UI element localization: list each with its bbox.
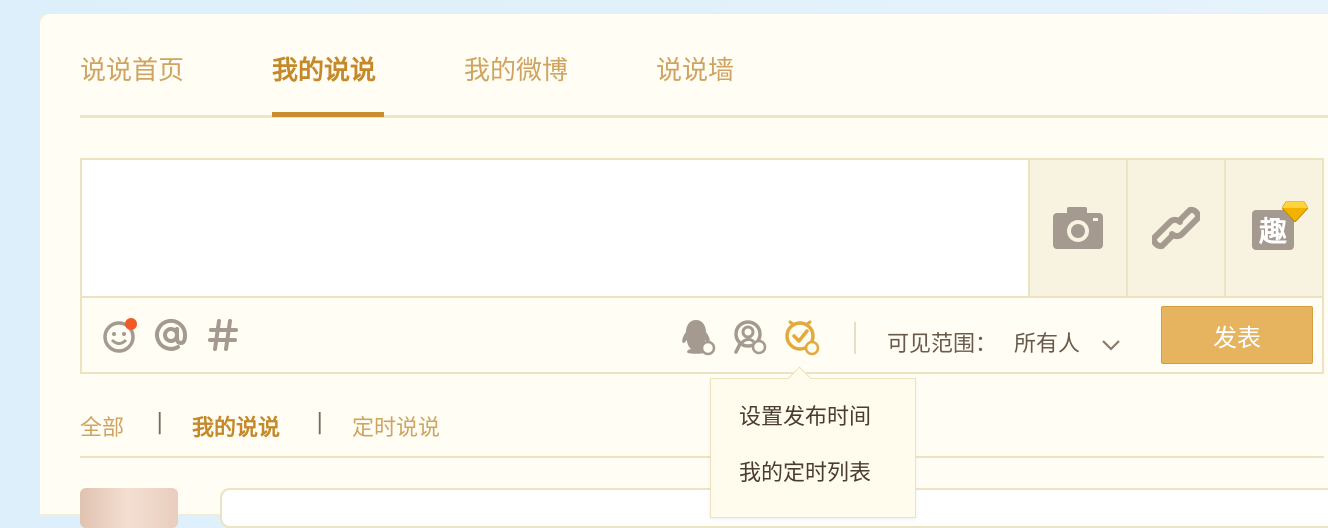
fun-button[interactable]: 趣 [1224,160,1322,296]
avatar[interactable] [80,488,178,528]
diamond-icon [1282,201,1308,222]
mention-icon[interactable] [154,318,188,352]
visibility-value: 所有人 [1014,332,1081,357]
photo-button[interactable] [1028,160,1126,296]
menu-item-set-publish-time[interactable]: 设置发布时间 [739,399,871,431]
weibo-share-icon[interactable] [732,318,768,356]
filter-all[interactable]: 全部 [80,410,124,442]
main-panel: 说说首页 我的说说 我的微博 说说墙 趣 可见范围： 所有人 发表 全部 | 我… [40,14,1328,528]
camera-icon [1053,207,1103,249]
link-button[interactable] [1126,160,1224,296]
post-text-input[interactable] [82,160,1028,296]
filter-divider [80,456,1324,458]
toolbar-divider [854,322,856,354]
filter-separator: | [156,410,164,435]
post-composer: 趣 可见范围： 所有人 发表 [80,158,1324,374]
tab-my-weibo[interactable]: 我的微博 [464,50,568,87]
tab-shuoshuo-home[interactable]: 说说首页 [80,50,184,87]
tabs-divider [80,115,1328,118]
filter-separator: | [316,410,324,435]
timer-dropdown-menu: 设置发布时间 我的定时列表 [710,366,916,518]
composer-toolbar: 可见范围： 所有人 发表 [82,296,1322,372]
active-tab-indicator [272,112,384,117]
publish-button[interactable]: 发表 [1161,306,1313,364]
qq-share-icon[interactable] [680,318,716,356]
chevron-down-icon [1102,340,1120,351]
visibility-select[interactable]: 所有人 [1014,326,1121,358]
tab-shuoshuo-wall[interactable]: 说说墙 [656,50,734,87]
emoji-icon[interactable] [102,316,140,354]
hashtag-icon[interactable] [208,318,238,352]
visibility-label: 可见范围： [887,332,998,357]
top-tabs: 说说首页 我的说说 我的微博 说说墙 [80,14,1328,118]
filter-scheduled[interactable]: 定时说说 [352,410,440,442]
timer-clock-icon[interactable] [784,318,820,356]
link-icon [1152,206,1200,250]
notification-dot [125,318,137,330]
filter-my-shuoshuo[interactable]: 我的说说 [192,410,280,442]
menu-item-my-scheduled-list[interactable]: 我的定时列表 [739,455,871,487]
tab-my-shuoshuo[interactable]: 我的说说 [272,50,376,87]
